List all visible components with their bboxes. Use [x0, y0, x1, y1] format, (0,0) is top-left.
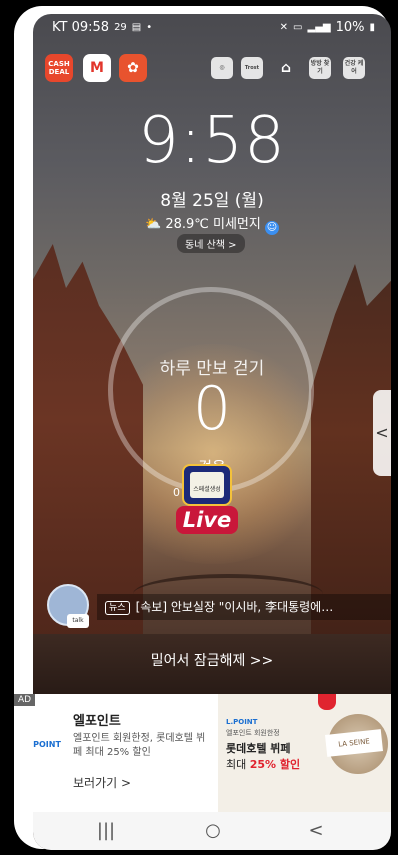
hd-icon: ▭ — [293, 22, 303, 33]
ad-description: 엘포인트 회원한정, 롯데호텔 뷔페 최대 25% 할인 — [73, 733, 206, 758]
notification-dot: • — [146, 22, 153, 33]
ad-badge: AD — [14, 694, 36, 706]
navigation-bar: ||| ○ < — [33, 812, 391, 850]
shortcut-bar: CASH DEAL M ✿ ◎ Trost ⌂ 방방 찾기 건강 케어 — [43, 54, 383, 90]
cloud-sun-icon: ⛅ — [145, 217, 162, 232]
news-headline: [속보] 안보실장 "이시바, 李대통령에… — [135, 600, 334, 614]
battery-level: 10% — [335, 20, 365, 35]
weather-text: 28.9℃ 미세먼지 — [165, 217, 261, 232]
back-button[interactable]: < — [301, 820, 331, 841]
ad-banner[interactable]: 엘포인트 L.POINT 엘포인트 회원한정, 롯데호텔 뷔페 최대 25% 할… — [33, 694, 391, 812]
swipe-to-unlock[interactable]: 밀어서 잠금해제 >> — [33, 650, 391, 670]
recents-button[interactable]: ||| — [91, 820, 121, 841]
ad-cta-link[interactable]: 보러가기 > — [73, 774, 131, 791]
ad-image-discount-value: 25% 할인 — [249, 758, 301, 771]
lock-screen: KT 09:58 29 ▤ • ✕ ▭ ▂▄▆ 10% ▮ CASH DEAL … — [33, 14, 391, 850]
lock-date: 8월 25일 (월) — [160, 191, 264, 211]
ad-image[interactable]: L.POINT 엘포인트 회원한정 롯데호텔 뷔페 최대 25% 할인 LA S… — [218, 694, 391, 812]
news-tag: 뉴스 — [105, 601, 130, 615]
edge-panel-handle[interactable]: < — [373, 390, 391, 476]
ad-left-panel[interactable]: 엘포인트 L.POINT 엘포인트 회원한정, 롯데호텔 뷔페 최대 25% 할… — [33, 694, 218, 812]
status-bar: KT 09:58 29 ▤ • ✕ ▭ ▂▄▆ 10% ▮ — [33, 14, 391, 44]
ad-red-ribbon — [318, 694, 336, 710]
lock-clock: 9:58 — [138, 104, 286, 178]
home-shortcut-icon[interactable]: ⌂ — [275, 57, 297, 79]
weather-info: ⛅ 28.9℃ 미세먼지 ☺ — [33, 213, 391, 235]
ad-image-lpoint: L.POINT — [226, 718, 258, 726]
ad-title: 엘포인트 — [73, 714, 121, 729]
walk-pill[interactable]: 동네 산책 > — [177, 234, 245, 253]
step-count: 0 — [192, 374, 232, 444]
notification-icon: ▤ — [131, 22, 142, 33]
ad-image-subtitle: 엘포인트 회원한정 — [226, 729, 280, 737]
bangbang-shortcut-icon[interactable]: 방방 찾기 — [309, 57, 331, 79]
lens-shortcut-icon[interactable]: ◎ — [211, 57, 233, 79]
health-care-shortcut-icon[interactable]: 건강 케어 — [343, 57, 365, 79]
ad-image-title: 롯데호텔 뷔페 — [226, 742, 291, 755]
carrier-time: KT 09:58 — [52, 20, 110, 35]
news-row[interactable]: talk 뉴스 [속보] 안보실장 "이시바, 李대통령에… — [45, 584, 391, 632]
live-label: Live — [176, 506, 238, 534]
avatar-talk-tag: talk — [67, 614, 89, 628]
live-tv-screen: 스페셜생성 — [190, 472, 224, 498]
battery-icon: ▮ — [369, 22, 375, 33]
notification-count: 29 — [114, 22, 127, 33]
paw-app-icon[interactable]: ✿ — [119, 54, 147, 82]
live-badge[interactable]: 스페셜생성 Live — [176, 464, 238, 544]
lpoint-logo: L.POINT — [33, 740, 61, 749]
cash-deal-app-icon[interactable]: CASH DEAL — [45, 54, 73, 82]
dust-smile-icon: ☺ — [265, 221, 279, 235]
news-ticker[interactable]: 뉴스 [속보] 안보실장 "이시바, 李대통령에… — [97, 594, 391, 620]
trost-shortcut-icon[interactable]: Trost — [241, 57, 263, 79]
mute-icon: ✕ — [279, 22, 289, 33]
ad-image-discount-prefix: 최대 — [226, 758, 247, 771]
home-button[interactable]: ○ — [198, 820, 228, 841]
signal-icon: ▂▄▆ — [307, 22, 331, 33]
ad-image-discount: 최대 25% 할인 — [226, 756, 300, 772]
m-app-icon[interactable]: M — [83, 54, 111, 82]
live-tv-icon: 스페셜생성 — [182, 464, 232, 506]
